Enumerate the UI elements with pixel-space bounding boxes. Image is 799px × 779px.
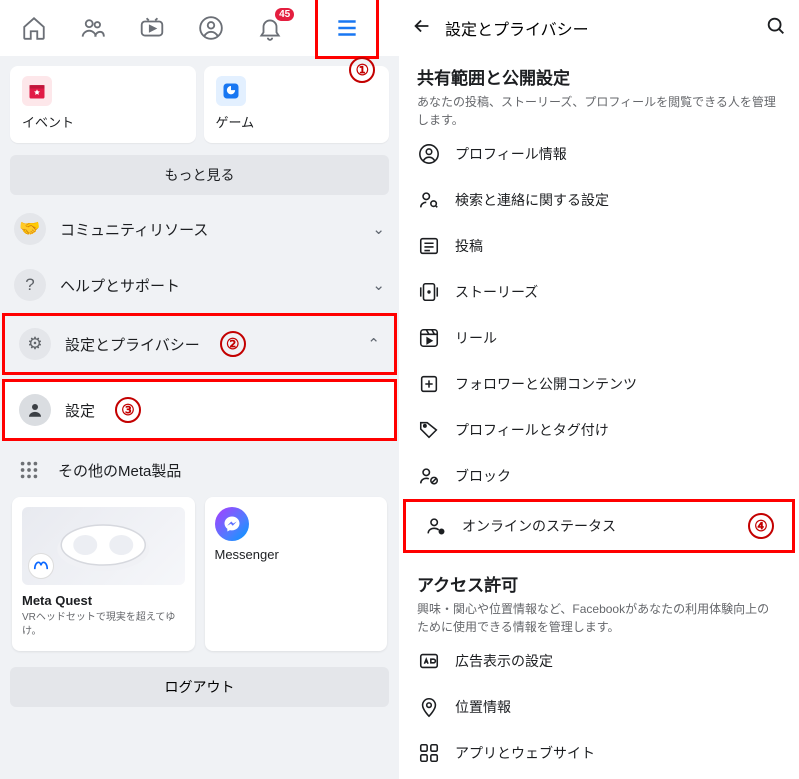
gear-icon: ⚙ (19, 328, 51, 360)
stories-label: ストーリーズ (455, 282, 538, 302)
messenger-icon (215, 507, 249, 541)
handshake-icon: 🤝 (14, 213, 46, 245)
friends-icon[interactable] (79, 14, 107, 42)
reels-label: リール (455, 328, 497, 348)
profile-tag-label: プロフィールとタグ付け (455, 420, 609, 440)
meta-products-row: Meta Quest VRヘッドセットで現実を超えてゆけ。 Messenger (0, 489, 399, 659)
profile-tag-item[interactable]: プロフィールとタグ付け (399, 407, 799, 453)
profile-icon (417, 142, 441, 166)
quest-title: Meta Quest (22, 593, 185, 608)
annotation-3: ③ (115, 397, 141, 423)
settings-privacy-label: 設定とプライバシー (65, 334, 200, 355)
location-icon (417, 695, 441, 719)
see-more-button[interactable]: もっと見る (10, 155, 389, 195)
top-navigation: 45 ① (0, 0, 399, 56)
help-support-section[interactable]: ? ヘルプとサポート ⌄ (0, 257, 399, 313)
calendar-star-icon (22, 76, 52, 106)
right-panel: 設定とプライバシー 共有範囲と公開設定 あなたの投稿、ストーリーズ、プロフィール… (399, 0, 799, 779)
reels-icon (417, 326, 441, 350)
apps-icon (417, 741, 441, 765)
video-icon[interactable] (138, 14, 166, 42)
messenger-label: Messenger (215, 547, 378, 562)
community-label: コミュニティリソース (60, 219, 208, 240)
person-gear-icon (19, 394, 51, 426)
search-icon[interactable] (765, 15, 787, 42)
quest-headset-image (22, 507, 185, 585)
shortcut-events-card[interactable]: イベント (10, 66, 196, 143)
audience-title: 共有範囲と公開設定 (417, 64, 781, 89)
online-status-item[interactable]: オンラインのステータス ④ (403, 499, 795, 553)
events-label: イベント (22, 115, 74, 130)
posts-label: 投稿 (455, 236, 483, 256)
messenger-card[interactable]: Messenger (205, 497, 388, 651)
settings-header: 設定とプライバシー (399, 0, 799, 56)
permissions-desc: 興味・関心や位置情報など、Facebookがあなたの利用体験向上のために使用でき… (417, 600, 781, 636)
annotation-4: ④ (748, 513, 774, 539)
logout-label: ログアウト (165, 679, 235, 695)
logout-button[interactable]: ログアウト (10, 667, 389, 707)
posts-icon (417, 234, 441, 258)
chevron-up-icon: ⌃ (367, 335, 380, 353)
location-label: 位置情報 (455, 697, 511, 717)
online-status-label: オンラインのステータス (462, 516, 616, 536)
chevron-down-icon: ⌄ (372, 276, 385, 294)
settings-label: 設定 (65, 400, 95, 421)
chevron-down-icon: ⌄ (372, 220, 385, 238)
annotation-2: ② (220, 331, 246, 357)
menu-button-container: ① (315, 0, 379, 59)
audience-desc: あなたの投稿、ストーリーズ、プロフィールを閲覧できる人を管理します。 (417, 93, 781, 129)
profile-info-label: プロフィール情報 (455, 144, 567, 164)
block-icon (417, 464, 441, 488)
games-label: ゲーム (216, 115, 255, 130)
notification-badge: 45 (275, 8, 294, 21)
home-icon[interactable] (20, 14, 48, 42)
reels-item[interactable]: リール (399, 315, 799, 361)
permissions-section-header: アクセス許可 興味・関心や位置情報など、Facebookがあなたの利用体験向上の… (399, 563, 799, 638)
ad-settings-label: 広告表示の設定 (455, 651, 553, 671)
profile-icon[interactable] (197, 14, 225, 42)
settings-privacy-section[interactable]: ⚙ 設定とプライバシー ② ⌃ (2, 313, 397, 375)
audience-section-header: 共有範囲と公開設定 あなたの投稿、ストーリーズ、プロフィールを閲覧できる人を管理… (399, 56, 799, 131)
ad-icon (417, 649, 441, 673)
meta-quest-card[interactable]: Meta Quest VRヘッドセットで現実を超えてゆけ。 (12, 497, 195, 651)
other-meta-section-header: その他のMeta製品 (0, 445, 399, 489)
help-label: ヘルプとサポート (60, 275, 180, 296)
quest-subtitle: VRヘッドセットで現実を超えてゆけ。 (22, 611, 185, 639)
notifications-icon[interactable]: 45 (256, 14, 284, 42)
followers-icon (417, 372, 441, 396)
apps-sites-item[interactable]: アプリとウェブサイト (399, 730, 799, 776)
search-contact-label: 検索と連絡に関する設定 (455, 190, 609, 210)
profile-info-item[interactable]: プロフィール情報 (399, 131, 799, 177)
followers-label: フォロワーと公開コンテンツ (455, 374, 637, 394)
left-panel: 45 ① イベント ゲーム もっと見る 🤝 コミ (0, 0, 399, 779)
hamburger-menu-highlight (315, 0, 379, 59)
grid-dots-icon (14, 455, 44, 485)
permissions-title: アクセス許可 (417, 571, 781, 596)
posts-item[interactable]: 投稿 (399, 223, 799, 269)
settings-item[interactable]: 設定 ③ (2, 379, 397, 441)
tag-icon (417, 418, 441, 442)
followers-item[interactable]: フォロワーと公開コンテンツ (399, 361, 799, 407)
see-more-label: もっと見る (165, 167, 235, 183)
header-title: 設定とプライバシー (445, 16, 589, 40)
other-meta-label: その他のMeta製品 (58, 460, 181, 481)
shortcut-cards-row: イベント ゲーム (0, 60, 399, 149)
online-status-icon (424, 514, 448, 538)
block-item[interactable]: ブロック (399, 453, 799, 499)
block-label: ブロック (455, 466, 511, 486)
ad-settings-item[interactable]: 広告表示の設定 (399, 638, 799, 684)
meta-logo-icon (28, 553, 54, 579)
location-item[interactable]: 位置情報 (399, 684, 799, 730)
search-contact-item[interactable]: 検索と連絡に関する設定 (399, 177, 799, 223)
person-search-icon (417, 188, 441, 212)
question-icon: ? (14, 269, 46, 301)
stories-icon (417, 280, 441, 304)
back-arrow-icon[interactable] (411, 15, 433, 42)
community-resources-section[interactable]: 🤝 コミュニティリソース ⌄ (0, 201, 399, 257)
games-icon (216, 76, 246, 106)
apps-sites-label: アプリとウェブサイト (455, 743, 595, 763)
hamburger-icon[interactable] (333, 14, 361, 42)
stories-item[interactable]: ストーリーズ (399, 269, 799, 315)
